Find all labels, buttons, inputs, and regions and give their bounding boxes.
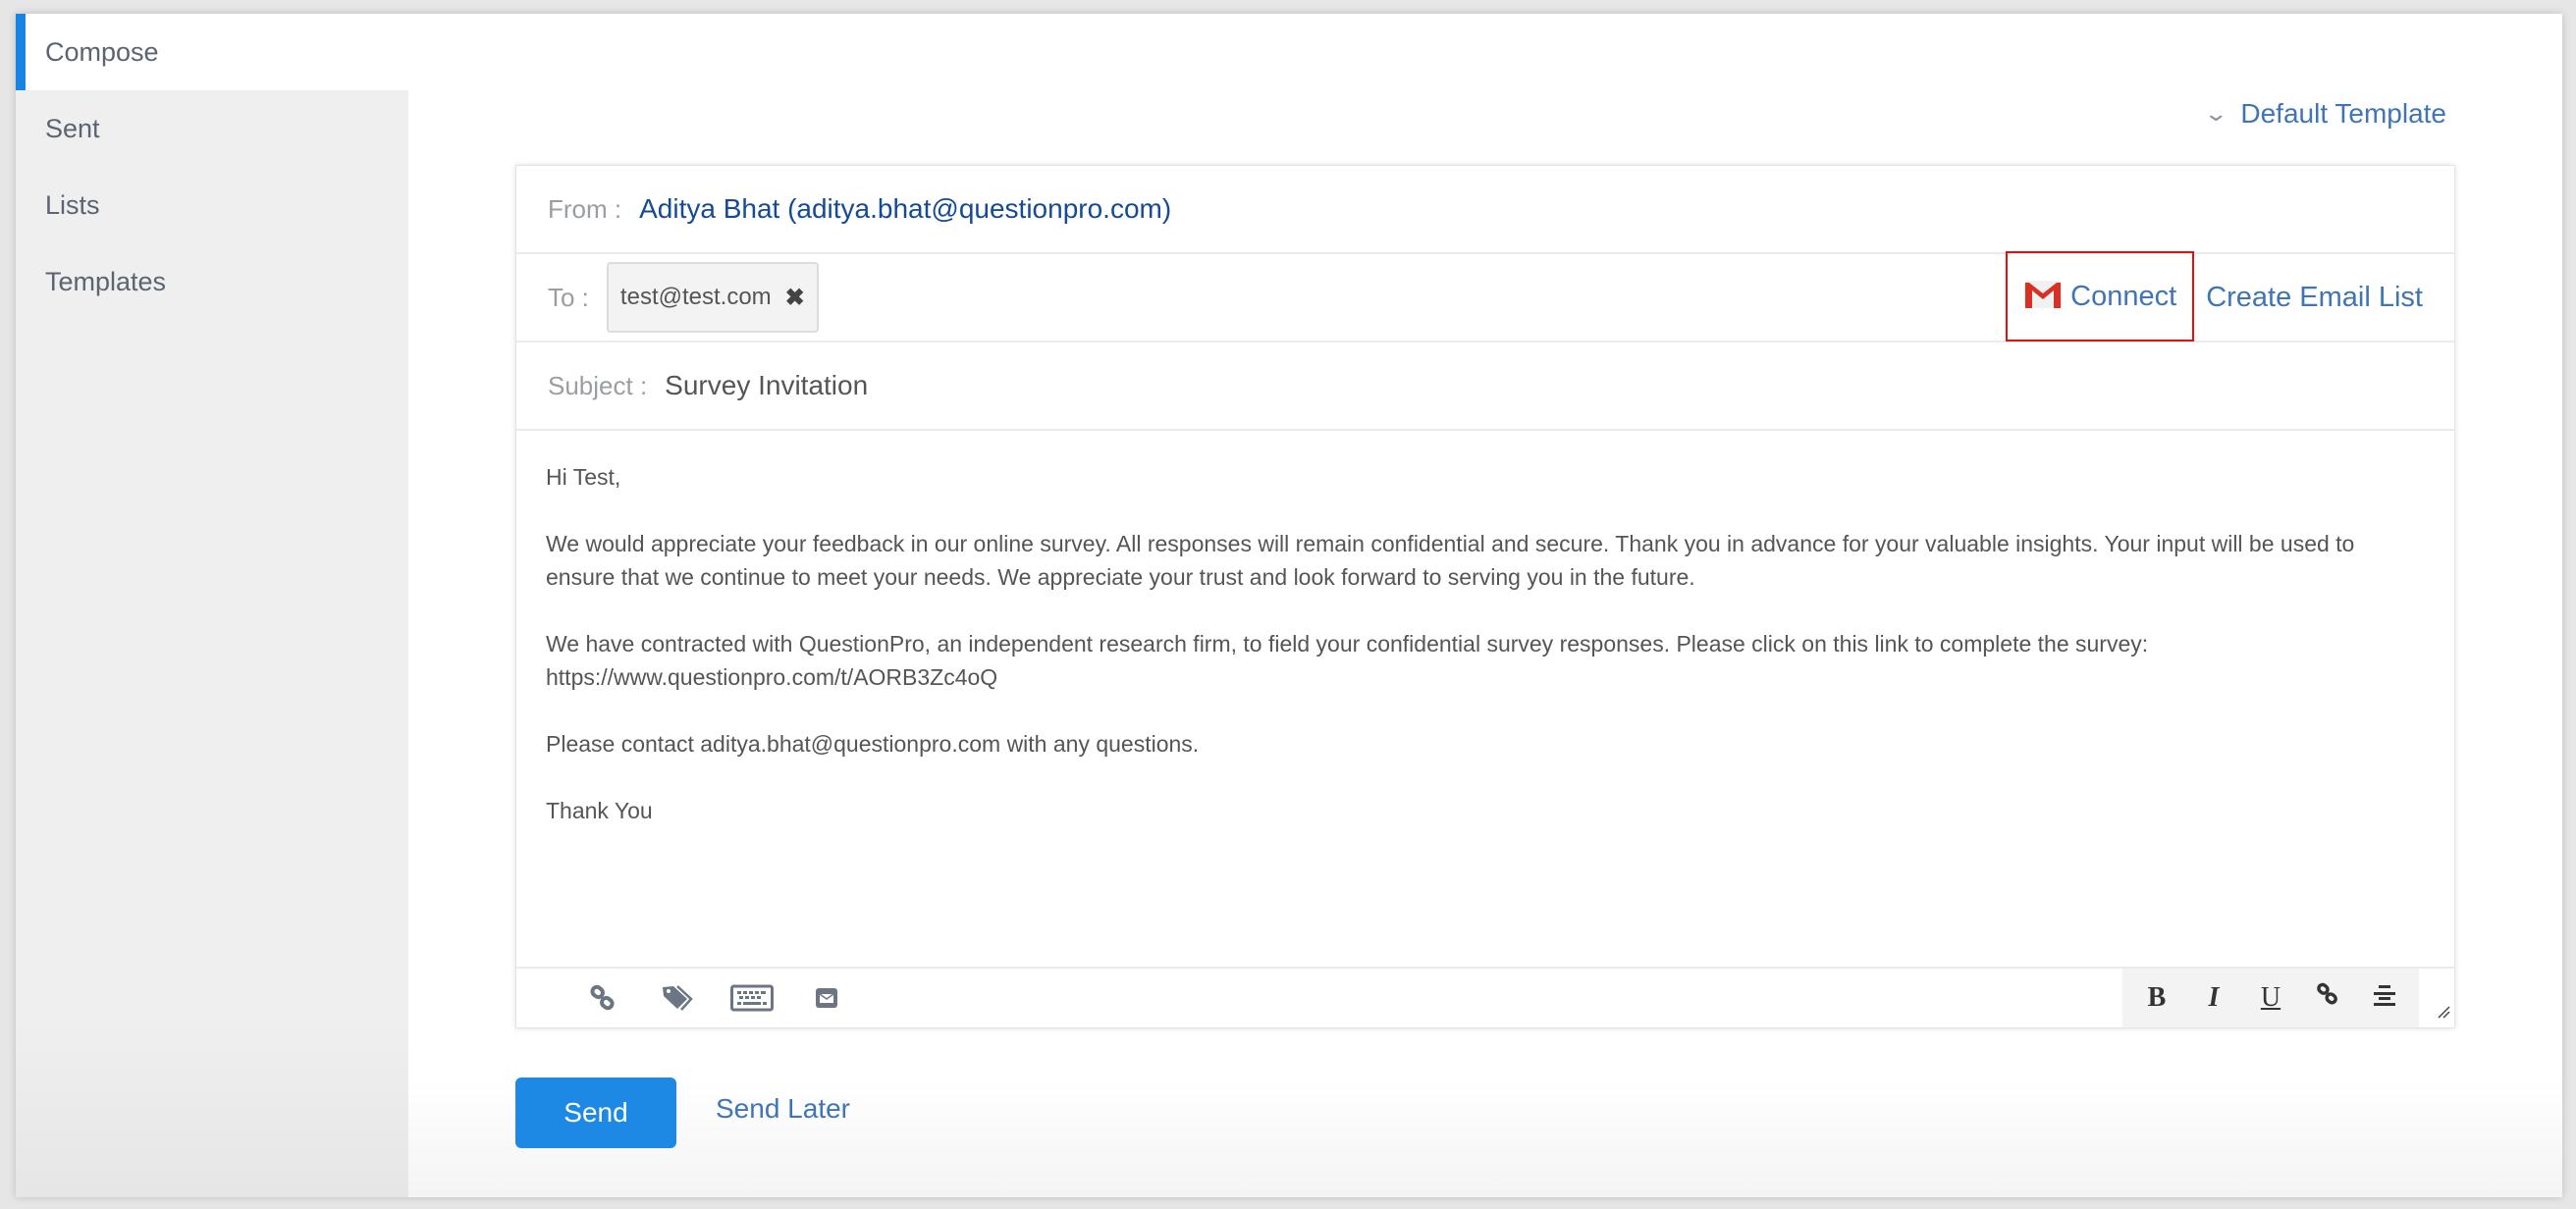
connect-label: Connect (2070, 280, 2177, 312)
to-row-actions: Connect Create Email List (2006, 251, 2423, 342)
sidebar: Compose Sent Lists Templates (16, 14, 408, 1197)
to-row: To : test@test.com ✖ Connect Create Emai… (516, 251, 2454, 342)
tags-icon[interactable] (640, 984, 715, 1012)
main-content: ⌄ Default Template From : Aditya Bhat (a… (408, 14, 2562, 1197)
send-button[interactable]: Send (515, 1078, 676, 1148)
link-icon[interactable] (2299, 982, 2356, 1014)
email-body-editor[interactable]: Hi Test, We would appreciate your feedba… (516, 431, 2454, 967)
bold-button[interactable]: B (2128, 982, 2185, 1014)
italic-button[interactable]: I (2185, 982, 2242, 1014)
body-paragraph: We have contracted with QuestionPro, an … (546, 631, 2149, 657)
gmail-icon (2023, 279, 2063, 315)
email-compose-card: From : Aditya Bhat (aditya.bhat@question… (515, 165, 2455, 1028)
resize-handle-icon[interactable] (2437, 1005, 2450, 1024)
underline-button[interactable]: U (2242, 982, 2299, 1014)
template-dropdown[interactable]: ⌄ Default Template (2203, 98, 2446, 130)
keyboard-icon[interactable] (715, 984, 789, 1012)
from-value[interactable]: Aditya Bhat (aditya.bhat@questionpro.com… (639, 193, 1171, 225)
subject-label: Subject : (548, 370, 648, 400)
from-row: From : Aditya Bhat (aditya.bhat@question… (516, 166, 2454, 254)
sidebar-item-label: Compose (45, 36, 159, 67)
survey-link: https://www.questionpro.com/t/AORB3Zc4oQ (546, 664, 998, 690)
sidebar-item-sent[interactable]: Sent (16, 90, 408, 167)
sidebar-item-label: Templates (45, 266, 167, 296)
app-window: Compose Sent Lists Templates ⌄ Default T… (16, 14, 2562, 1197)
sidebar-item-label: Sent (45, 113, 100, 143)
editor-toolbar: B I U (516, 967, 2454, 1027)
align-center-icon[interactable] (2356, 982, 2413, 1014)
body-greeting: Hi Test, (546, 464, 621, 490)
body-paragraph: Please contact aditya.bhat@questionpro.c… (546, 731, 1200, 757)
recipient-email: test@test.com (619, 284, 772, 310)
template-dropdown-label: Default Template (2240, 98, 2446, 129)
subject-row: Subject : Survey Invitation (516, 342, 2454, 431)
link-icon[interactable] (565, 984, 640, 1012)
create-email-list-link[interactable]: Create Email List (2206, 282, 2423, 314)
sidebar-item-templates[interactable]: Templates (16, 243, 408, 320)
toolbar-format-group: B I U (2122, 969, 2419, 1027)
sidebar-item-lists[interactable]: Lists (16, 167, 408, 243)
sidebar-item-compose[interactable]: Compose (16, 14, 408, 90)
toolbar-insert-group (516, 984, 864, 1012)
email-icon[interactable] (789, 986, 864, 1010)
sidebar-item-label: Lists (45, 189, 100, 220)
chevron-down-icon: ⌄ (2203, 101, 2229, 126)
gmail-connect-button[interactable]: Connect (2006, 251, 2195, 342)
from-label: From : (548, 193, 622, 224)
remove-recipient-icon[interactable]: ✖ (785, 284, 805, 312)
send-later-link[interactable]: Send Later (716, 1093, 850, 1125)
body-paragraph: We would appreciate your feedback in our… (546, 531, 2355, 590)
recipient-chip: test@test.com ✖ (606, 262, 819, 333)
subject-input[interactable]: Survey Invitation (665, 370, 868, 401)
body-signoff: Thank You (546, 798, 653, 823)
to-label: To : (548, 282, 589, 312)
